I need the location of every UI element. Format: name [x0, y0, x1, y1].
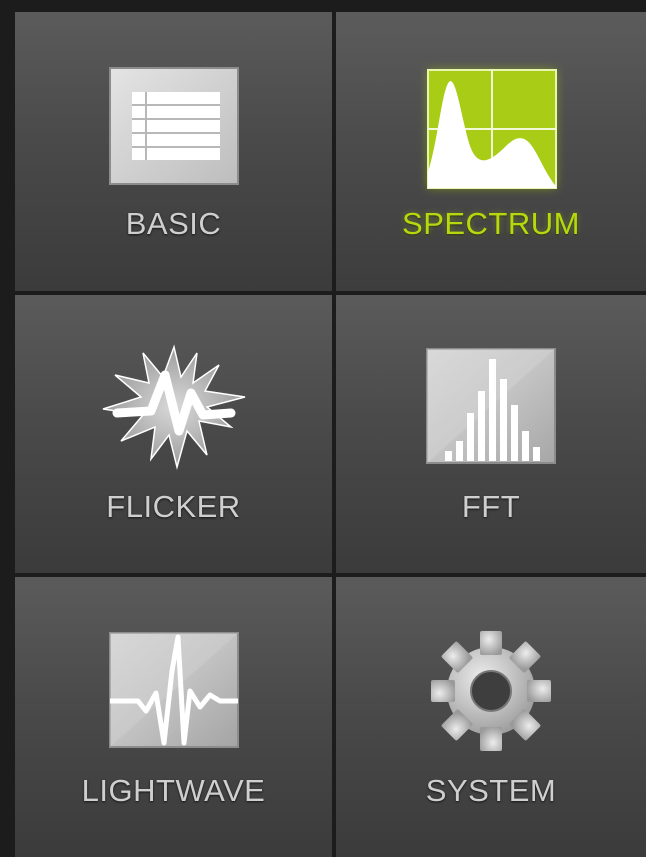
- mode-menu: BASIC SPECTRUM FLICKER FFT LIGHTWAVE SYS…: [0, 0, 646, 857]
- menu-label-flicker: FLICKER: [106, 489, 241, 524]
- menu-label-fft: FFT: [461, 489, 521, 524]
- lightwave-icon: [108, 632, 239, 748]
- menu-label-system: SYSTEM: [425, 773, 557, 808]
- fft-bars-icon: [426, 348, 556, 464]
- menu-label-lightwave: LIGHTWAVE: [81, 773, 266, 808]
- menu-label-basic: BASIC: [125, 206, 222, 241]
- menu-tile-spectrum[interactable]: SPECTRUM: [336, 12, 646, 291]
- flicker-burst-icon: [102, 344, 245, 470]
- menu-label-spectrum: SPECTRUM: [402, 206, 580, 241]
- list-icon: [108, 67, 239, 185]
- menu-tile-flicker[interactable]: FLICKER: [15, 295, 332, 573]
- menu-tile-system[interactable]: SYSTEM: [336, 577, 646, 857]
- menu-tile-basic[interactable]: BASIC: [15, 12, 332, 291]
- menu-tile-lightwave[interactable]: LIGHTWAVE: [15, 577, 332, 857]
- gear-icon: [431, 631, 551, 751]
- menu-tile-fft[interactable]: FFT: [336, 295, 646, 573]
- spectrum-icon: [427, 69, 557, 189]
